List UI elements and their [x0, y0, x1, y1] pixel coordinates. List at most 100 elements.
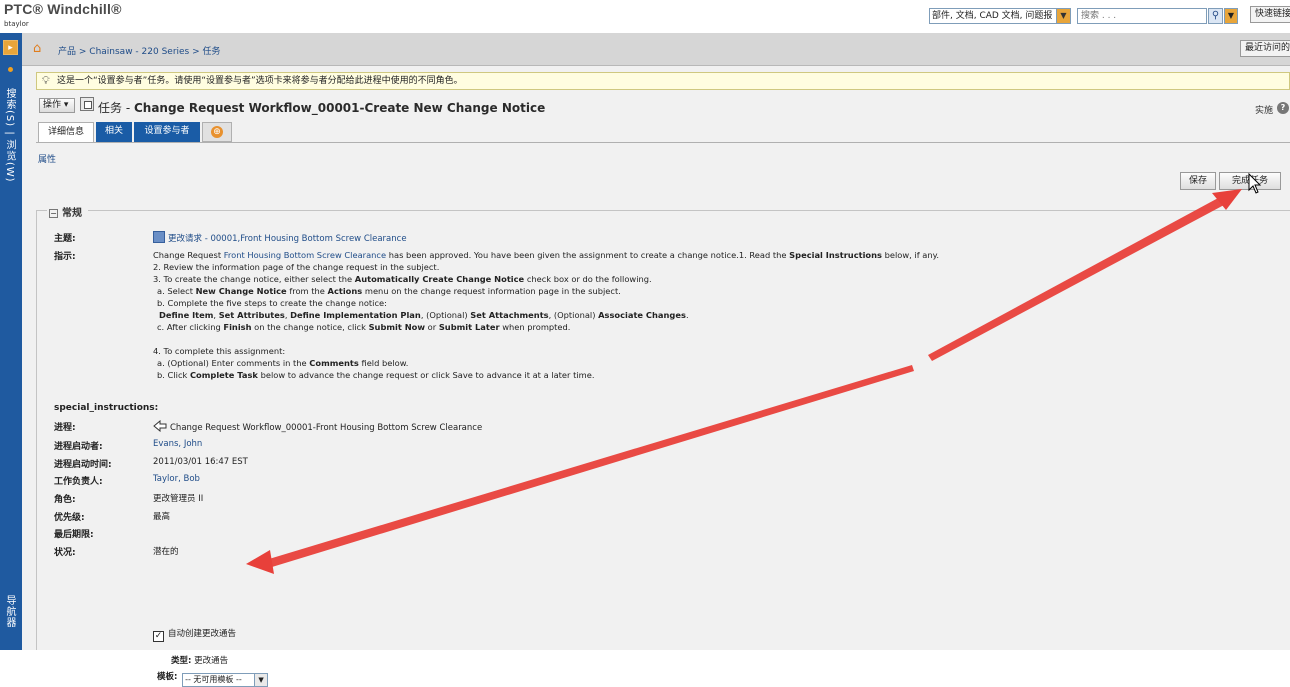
breadcrumb-separator: > — [189, 47, 203, 57]
breadcrumb-item-products[interactable]: 产品 — [58, 47, 76, 57]
text-bold: Automatically Create Change Notice — [354, 274, 525, 284]
checkbox-icon[interactable]: ✓ — [153, 631, 164, 642]
search-browse-tab[interactable]: 搜索(S) | 浏览(W) — [2, 88, 17, 183]
text-bold: Complete Task — [189, 370, 258, 380]
implementation-label[interactable]: 实施 — [1255, 103, 1273, 116]
template-row: 模板: -- 无可用模板 -- ▼ — [157, 670, 269, 687]
attributes-link[interactable]: 属性 — [38, 152, 56, 165]
search-type-value: 部件, 文档, CAD 文档, 问题报 — [932, 11, 1053, 21]
process-label: 进程: — [54, 423, 76, 433]
subject-link-rest[interactable]: - 00001,Front Housing Bottom Screw Clear… — [202, 234, 407, 244]
text: . — [685, 310, 689, 320]
owner-link[interactable]: Taylor, Bob — [153, 474, 200, 484]
special-instructions-label: special_instructions: — [54, 403, 159, 413]
auto-create-label: 自动创建更改通告 — [168, 629, 237, 639]
tab-set-participants[interactable]: 设置参与者 — [134, 122, 200, 142]
search-type-select[interactable]: 部件, 文档, CAD 文档, 问题报 ▼ — [929, 8, 1071, 24]
text-bold: Set Attachments — [470, 310, 549, 320]
text: menu on the change request information p… — [362, 286, 621, 296]
text: b. Complete the five steps to create the… — [157, 298, 387, 308]
task-icon — [80, 97, 94, 111]
breadcrumb-item-tasks[interactable]: 任务 — [203, 47, 221, 57]
tab-related[interactable]: 相关 — [96, 122, 132, 142]
expand-panel-icon[interactable]: ▸ — [3, 40, 18, 55]
role-value: 更改管理员 II — [153, 494, 204, 504]
text-bold: Associate Changes — [598, 310, 686, 320]
current-user: btaylor — [4, 20, 29, 28]
process-value: Change Request Workflow_00001-Front Hous… — [153, 420, 482, 433]
priority-value: 最高 — [153, 512, 171, 522]
instructions-line: b. Complete the five steps to create the… — [153, 297, 1273, 309]
text: below to advance the change request or c… — [257, 370, 595, 380]
priority-label: 优先级: — [54, 513, 85, 523]
change-request-link[interactable]: Front Housing Bottom Screw Clearance — [224, 250, 386, 260]
instructions-line: 3. To create the change notice, either s… — [153, 273, 1273, 285]
text: a. (Optional) Enter comments in the — [157, 358, 310, 368]
text: 4. To complete this assignment: — [153, 346, 286, 356]
instructions-line: Define Item, Set Attributes, Define Impl… — [153, 309, 1273, 321]
page-title: 任务 - Change Request Workflow_00001-Creat… — [98, 99, 545, 116]
text: when prompted. — [499, 322, 571, 332]
status-label: 状况: — [54, 548, 76, 558]
complete-task-button[interactable]: 完成任务 — [1219, 172, 1281, 190]
status-value: 潜在的 — [153, 547, 179, 557]
text-bold: New Change Notice — [195, 286, 287, 296]
text: 3. To create the change notice, either s… — [153, 274, 355, 284]
save-button[interactable]: 保存 — [1180, 172, 1216, 190]
navigator-tab[interactable]: 导航器 — [2, 595, 17, 628]
search-options-chevron-icon[interactable]: ▼ — [1224, 8, 1238, 24]
tab-details[interactable]: 详细信息 — [38, 122, 94, 142]
left-navigation-bar: ▸ 搜索(S) | 浏览(W) 导航器 — [0, 33, 22, 650]
text-bold: Set Attributes — [218, 310, 285, 320]
text: from the — [286, 286, 328, 296]
text-bold: Actions — [327, 286, 363, 296]
collapse-icon[interactable]: − — [49, 209, 58, 218]
start-time-label: 进程启动时间: — [54, 460, 112, 470]
quick-links-button[interactable]: 快速链接 — [1250, 6, 1290, 23]
page-title-text: Change Request Workflow_00001-Create New… — [133, 101, 546, 115]
instructions-line: Change Request Front Housing Bottom Scre… — [153, 249, 1273, 261]
initiator-link[interactable]: Evans, John — [153, 439, 202, 449]
text: field below. — [358, 358, 409, 368]
text-bold: Finish — [223, 322, 252, 332]
home-icon[interactable]: ⌂ — [33, 41, 41, 56]
actions-label: 操作 — [43, 100, 62, 110]
start-time-value: 2011/03/01 16:47 EST — [153, 457, 248, 467]
add-tab-button[interactable]: ⊕ — [202, 122, 232, 142]
search-icon[interactable]: ⚲ — [1208, 8, 1223, 24]
actions-menu-button[interactable]: 操作 ▾ — [39, 98, 75, 113]
text: c. After clicking — [157, 322, 224, 332]
breadcrumb-item-product[interactable]: Chainsaw - 220 Series — [89, 47, 189, 57]
instructions-line: 2. Review the information page of the ch… — [153, 261, 1273, 273]
template-select[interactable]: -- 无可用模板 -- ▼ — [182, 673, 269, 687]
text-bold: Comments — [309, 358, 359, 368]
recently-visited-button[interactable]: 最近访问的 — [1240, 40, 1290, 57]
windchill-logo[interactable]: PTC® Windchill® — [4, 1, 122, 17]
text: has been approved. You have been given t… — [386, 250, 790, 260]
main-content: 💡︎ 这是一个“设置参与者”任务。请使用“设置参与者”选项卡来将参与者分配给此进… — [22, 66, 1290, 687]
section-header[interactable]: − 常规 — [47, 204, 88, 219]
template-label: 模板: — [157, 672, 178, 682]
instructions-line: b. Click Complete Task below to advance … — [153, 369, 1273, 381]
breadcrumb-bar: ⌂ 产品 > Chainsaw - 220 Series > 任务 最近访问的 — [22, 33, 1290, 66]
text: , (Optional) — [548, 310, 599, 320]
help-icon[interactable]: ? — [1277, 102, 1289, 114]
chevron-down-icon[interactable]: ▼ — [1056, 9, 1070, 23]
tab-divider — [36, 142, 1290, 143]
text: on the change notice, click — [251, 322, 369, 332]
text-bold: Submit Later — [438, 322, 500, 332]
search-input[interactable] — [1077, 8, 1207, 24]
text: check box or do the following. — [524, 274, 652, 284]
instructions-label: 指示: — [54, 252, 76, 262]
instructions-line: a. Select New Change Notice from the Act… — [153, 285, 1273, 297]
subject-label: 主题: — [54, 234, 76, 244]
text-bold: Define Item — [159, 310, 214, 320]
auto-create-change-notice-checkbox[interactable]: ✓ 自动创建更改通告 — [153, 627, 236, 642]
text-bold: Special Instructions — [789, 250, 882, 260]
text: below, if any. — [881, 250, 939, 260]
subject-link[interactable]: 更改请求 — [168, 234, 202, 244]
instructions-text: Change Request Front Housing Bottom Scre… — [153, 249, 1273, 381]
text-bold: Submit Now — [368, 322, 426, 332]
add-tab-icon: ⊕ — [211, 126, 223, 138]
instructions-line: 4. To complete this assignment: — [153, 345, 1273, 357]
